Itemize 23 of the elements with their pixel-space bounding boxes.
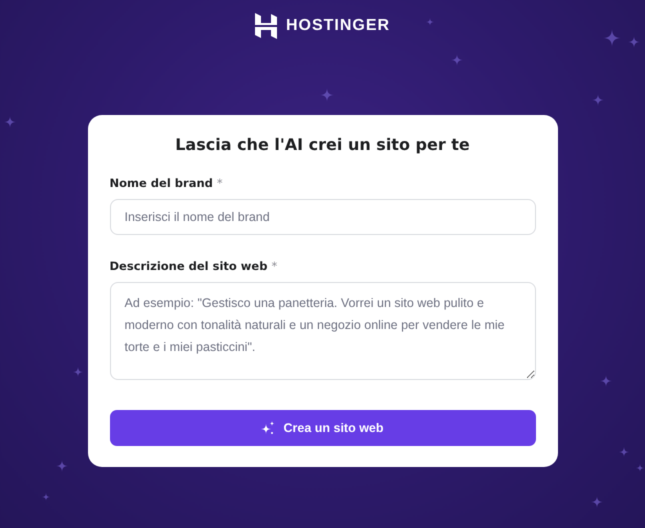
logo-icon: [254, 13, 277, 39]
sparkle-icon: [4, 116, 16, 128]
sparkle-icon: [42, 493, 50, 501]
logo-text: HOSTINGER: [286, 17, 390, 35]
field-label: Descrizione del sito web: [110, 259, 268, 273]
sparkle-icon: [320, 88, 334, 102]
sparkle-icon: [56, 460, 68, 472]
required-mark: *: [216, 176, 223, 190]
sparkle-icon: [426, 18, 434, 26]
sparkle-icon: [591, 496, 603, 508]
sparkle-icon: [451, 54, 463, 66]
sparkle-icon: [73, 367, 83, 377]
create-site-button[interactable]: Crea un sito web: [110, 410, 536, 446]
sparkle-icon: [600, 375, 612, 387]
brand-name-field[interactable]: Inserisci il nome del brand: [110, 199, 536, 235]
sparkle-icon: [261, 421, 276, 435]
description-field[interactable]: Ad esempio: "Gestisco una panetteria. Vorrei un sito web pulito e moderno con tonalità naturali e un negozio online per vendere le mie torte e i miei pasticcini".: [110, 282, 536, 380]
card-title: Lascia che l'AI crei un sito per te: [174, 135, 471, 154]
field-label: Nome del brand: [110, 176, 213, 190]
sparkle-icon: [603, 29, 621, 47]
sparkle-icon: [592, 94, 604, 106]
sparkle-icon: [628, 36, 640, 48]
required-mark: *: [271, 259, 278, 273]
